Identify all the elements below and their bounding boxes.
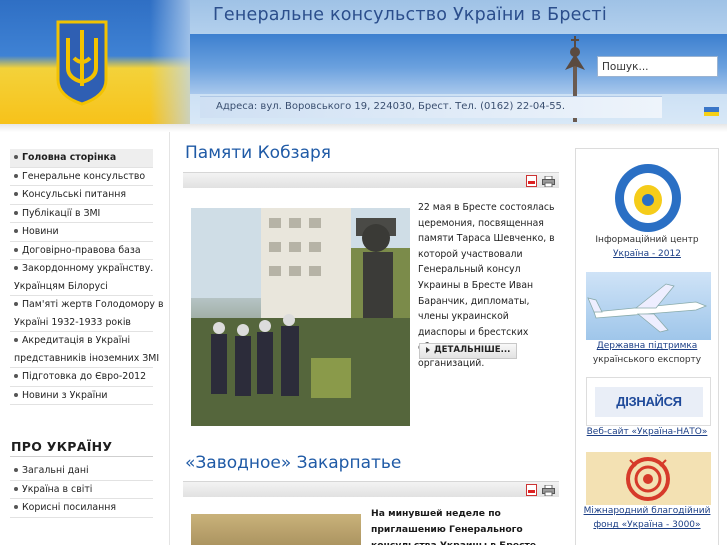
banner-nato-logo[interactable]: ДІЗНАЙСЯ ПРАВДУ <box>586 377 711 426</box>
bullet-icon <box>14 374 18 378</box>
coat-of-arms-trident-icon <box>56 20 108 106</box>
article-title-zakarpattia[interactable]: «Заводное» Закарпатье <box>185 453 401 473</box>
article-toolbar <box>183 172 559 188</box>
banner-caption-export[interactable]: Державна підтримка українського експорту <box>576 339 718 367</box>
bullet-icon <box>14 505 18 509</box>
banner-caption-ukraine-3000[interactable]: Міжнародний благодійний фонд «Україна - … <box>576 504 718 532</box>
sidebar-item-general-data[interactable]: Загальні дані <box>10 462 153 481</box>
sidebar-item-news[interactable]: Новини <box>10 223 153 242</box>
sidebar-item-ukraine-in-world[interactable]: Україна в світі <box>10 481 153 499</box>
bullet-icon <box>14 192 18 196</box>
site-title: Генеральне консульство України в Бресті <box>213 5 607 25</box>
print-icon[interactable] <box>542 176 555 187</box>
sidebar-item-diaspora[interactable]: Закордонному українству. Українцям Білору… <box>10 260 153 296</box>
banner-ukraine-3000-logo[interactable] <box>586 452 711 505</box>
bullet-icon <box>14 338 18 342</box>
ukrainian-language-flag-icon[interactable] <box>704 107 719 116</box>
sidebar-item-home[interactable]: Головна сторінка <box>10 149 153 168</box>
sidebar-item-media-publications[interactable]: Публікації в ЗМІ <box>10 205 153 223</box>
bullet-icon <box>14 302 18 306</box>
article-title-kobzar[interactable]: Памяти Кобзаря <box>185 143 331 163</box>
left-sidebar: Головна сторінка Генеральне консульство … <box>0 132 170 545</box>
sidebar-item-ukraine-news[interactable]: Новини з України <box>10 387 153 405</box>
sidebar-item-accreditation[interactable]: Акредитація в Україні представників інозе… <box>10 332 159 368</box>
sidebar-item-holodomor[interactable]: Пам'яті жертв Голодомору в Україні 1932-1… <box>10 296 163 332</box>
article-toolbar <box>183 481 559 497</box>
bullet-icon <box>14 392 18 397</box>
sidebar-item-euro-2012[interactable]: Підготовка до Євро-2012 <box>10 368 153 387</box>
site-header: Генеральне консульство України в Бресті … <box>0 0 727 124</box>
header-divider <box>0 124 727 132</box>
banner-ukraine-2012-logo[interactable] <box>613 158 683 234</box>
address-text: Адреса: вул. Воровського 19, 224030, Бре… <box>216 101 566 112</box>
nato-banner-text: ДІЗНАЙСЯ ПРАВДУ <box>595 387 703 425</box>
about-heading-divider <box>10 456 153 457</box>
sidebar-item-consular-issues[interactable]: Консульські питання <box>10 186 153 205</box>
bullet-icon <box>14 173 18 178</box>
about-ukraine-heading: ПРО УКРАЇНУ <box>11 439 113 454</box>
bullet-icon <box>14 486 18 491</box>
sidebar-item-consulate[interactable]: Генеральне консульство <box>10 168 153 186</box>
article-text-zakarpattia: На минувшей неделе по приглашению Генера… <box>371 508 536 545</box>
bullet-icon <box>14 229 18 233</box>
address-bar: Адреса: вул. Воровського 19, 224030, Бре… <box>200 96 662 118</box>
bullet-icon <box>14 468 18 472</box>
arrow-right-icon <box>426 346 430 353</box>
bullet-icon <box>14 247 18 252</box>
right-sidebar: Інформаційний центр Україна - 2012 Держа… <box>575 148 719 545</box>
about-menu: Загальні дані Україна в світі Корисні по… <box>10 462 153 518</box>
print-icon[interactable] <box>542 485 555 496</box>
article-photo-performers[interactable] <box>191 514 361 545</box>
banner-export-airplane[interactable] <box>586 272 711 340</box>
main-content: Памяти Кобзаря 22 мая в Бресте состоялас… <box>183 132 559 545</box>
bullet-icon <box>14 155 18 159</box>
pdf-icon[interactable] <box>526 484 537 496</box>
search-input[interactable] <box>597 56 718 77</box>
sidebar-item-legal-base[interactable]: Договірно-правова база <box>10 242 153 260</box>
sidebar-item-useful-links[interactable]: Корисні посилання <box>10 499 153 518</box>
bullet-icon <box>14 210 18 215</box>
bullet-icon <box>14 266 18 270</box>
pdf-icon[interactable] <box>526 175 537 187</box>
banner-caption-ukraine-2012[interactable]: Інформаційний центр Україна - 2012 <box>576 233 718 261</box>
article-photo-monument[interactable] <box>191 208 410 426</box>
banner-caption-nato[interactable]: Веб-сайт «Україна-НАТО» <box>576 425 718 439</box>
main-menu: Головна сторінка Генеральне консульство … <box>10 149 163 405</box>
read-more-button[interactable]: ДЕТАЛЬНІШЕ... <box>419 343 518 359</box>
